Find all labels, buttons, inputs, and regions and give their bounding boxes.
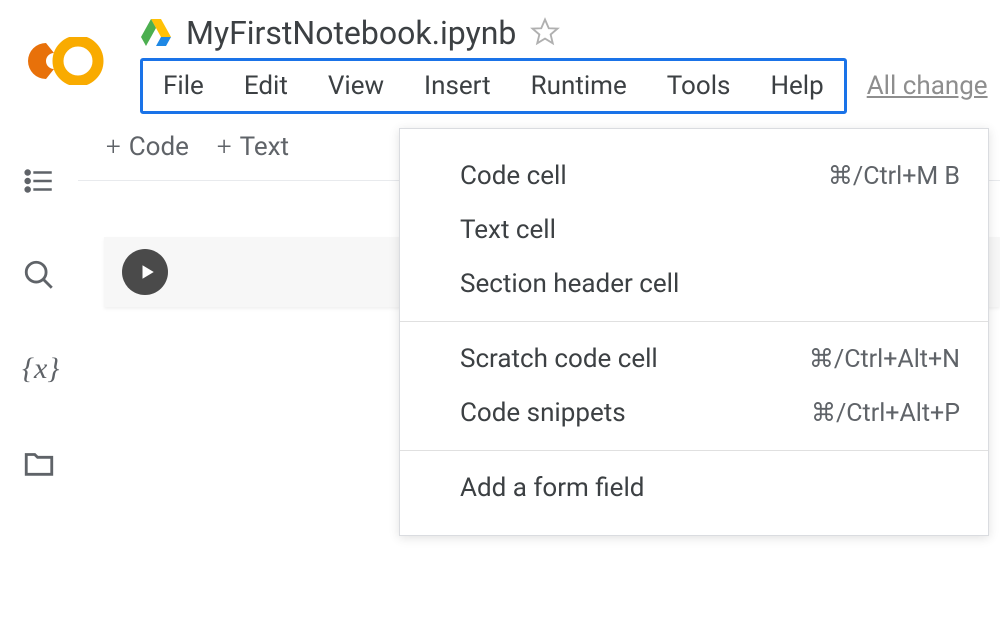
plus-icon: + [106,132,121,162]
menu-item-scratch-code[interactable]: Scratch code cell ⌘/Ctrl+Alt+N [400,332,988,386]
toc-icon[interactable] [22,164,56,198]
menu-item-label: Code snippets [460,398,626,428]
menu-item-label: Section header cell [460,269,679,299]
menu-insert[interactable]: Insert [404,67,511,105]
add-text-label: Text [240,132,289,162]
menu-view[interactable]: View [308,67,404,105]
menu-item-shortcut: ⌘/Ctrl+Alt+P [811,398,960,428]
star-icon[interactable] [530,17,562,49]
add-code-button[interactable]: + Code [106,132,189,162]
add-text-button[interactable]: + Text [217,132,289,162]
menu-item-shortcut: ⌘/Ctrl+M B [828,161,960,191]
menu-item-snippets[interactable]: Code snippets ⌘/Ctrl+Alt+P [400,386,988,440]
menu-item-label: Text cell [460,215,556,245]
menu-item-code-cell[interactable]: Code cell ⌘/Ctrl+M B [400,149,988,203]
menu-help[interactable]: Help [750,67,843,105]
document-title[interactable]: MyFirstNotebook.ipynb [186,14,516,52]
menu-item-label: Add a form field [460,473,644,503]
menubar: File Edit View Insert Runtime Tools Help [140,58,847,114]
menu-edit[interactable]: Edit [224,67,308,105]
menu-item-form-field[interactable]: Add a form field [400,461,988,515]
menu-runtime[interactable]: Runtime [511,67,647,105]
search-icon[interactable] [22,258,56,292]
insert-menu-dropdown: Code cell ⌘/Ctrl+M B Text cell Section h… [399,128,989,536]
colab-logo [28,36,108,86]
menu-item-text-cell[interactable]: Text cell [400,203,988,257]
menu-item-label: Code cell [460,161,567,191]
menu-item-label: Scratch code cell [460,344,658,374]
plus-icon: + [217,132,232,162]
run-cell-button[interactable] [122,249,168,295]
menu-item-shortcut: ⌘/Ctrl+Alt+N [809,344,960,374]
menu-file[interactable]: File [143,67,224,105]
files-icon[interactable] [22,446,56,480]
save-status[interactable]: All change [867,71,988,101]
drive-icon [140,17,172,49]
variables-icon[interactable]: {x} [22,352,56,386]
menu-tools[interactable]: Tools [647,67,751,105]
left-sidebar: {x} [0,114,78,480]
add-code-label: Code [129,132,189,162]
menu-item-section-header[interactable]: Section header cell [400,257,988,311]
